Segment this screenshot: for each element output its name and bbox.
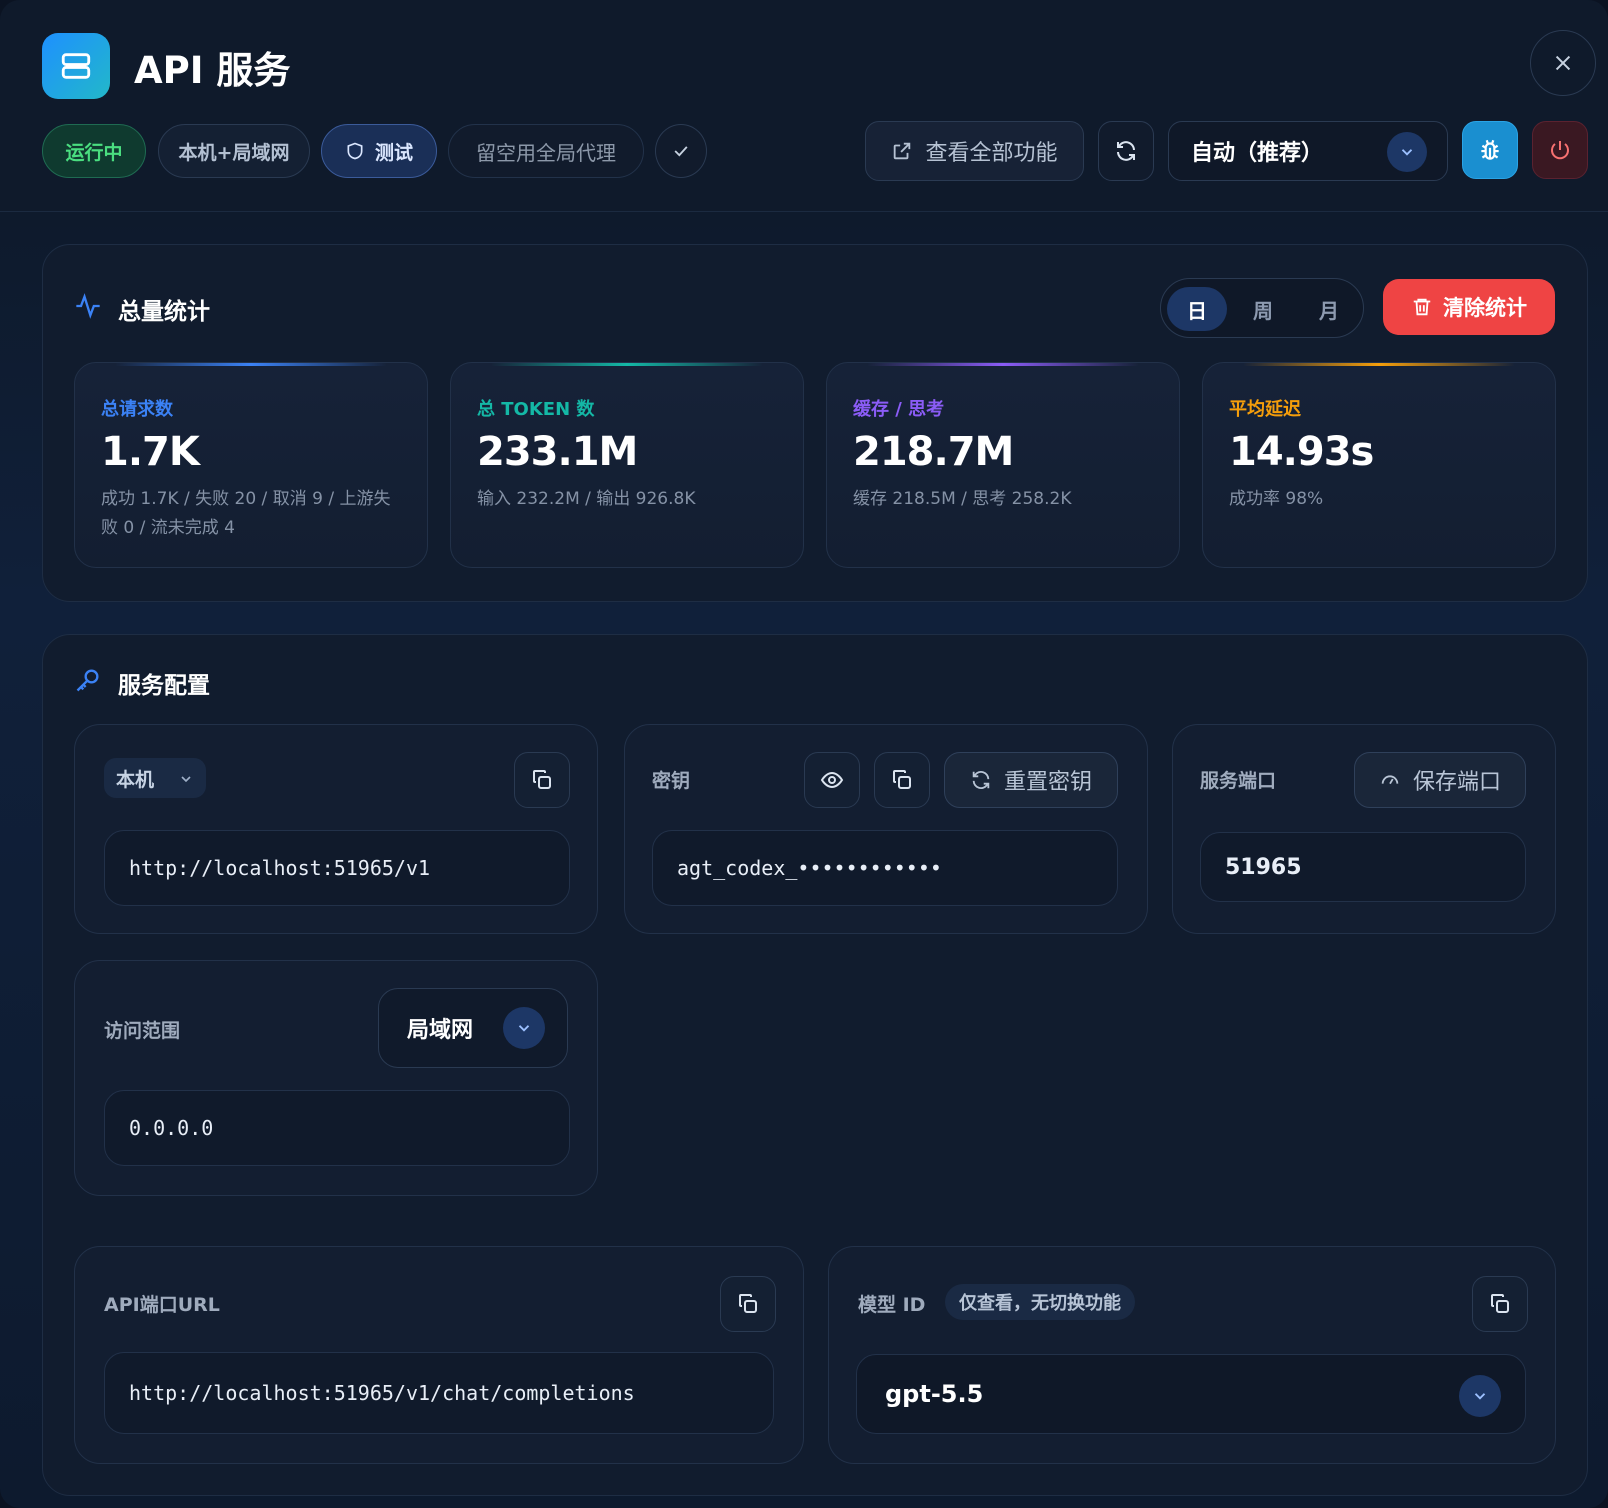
host-select-value: 本机 [116, 768, 155, 791]
toggle-key-visibility-button[interactable] [804, 752, 860, 808]
stat-label: 缓存 / 思考 [853, 399, 945, 420]
close-icon [1555, 55, 1571, 71]
period-day-tab[interactable]: 日 [1167, 287, 1227, 331]
save-port-label: 保存端口 [1412, 770, 1501, 795]
stat-value: 218.7M [853, 429, 1014, 475]
port-field[interactable]: 51965 [1200, 832, 1526, 902]
api-service-window: API 服务 运行中 本机+局域网 测试 留空用全局代理 查看全部功能 自动（推… [0, 0, 1608, 1508]
copy-endpoint-button[interactable] [720, 1276, 776, 1332]
scope-badge: 本机+局域网 [158, 124, 310, 178]
chevron-down-icon [1387, 132, 1427, 172]
status-running-badge: 运行中 [42, 124, 146, 178]
reset-key-label: 重置密钥 [1003, 770, 1092, 795]
chevron-down-icon [503, 1007, 545, 1049]
refresh-icon [1117, 141, 1135, 161]
copy-base-url-button[interactable] [514, 752, 570, 808]
copy-icon [533, 770, 551, 789]
header: API 服务 运行中 本机+局域网 测试 留空用全局代理 查看全部功能 自动（推… [0, 0, 1608, 212]
proxy-input[interactable]: 留空用全局代理 [448, 124, 644, 178]
copy-icon [1491, 1294, 1509, 1313]
stat-label: 总 TOKEN 数 [477, 399, 595, 420]
view-only-badge: 仅查看，无切换功能 [945, 1284, 1135, 1320]
power-button[interactable] [1532, 121, 1588, 179]
page-title: API 服务 [134, 49, 291, 92]
api-key-field[interactable]: agt_codex_•••••••••••• [652, 830, 1118, 906]
endpoint-url-field[interactable]: http://localhost:51965/v1/chat/completio… [104, 1352, 774, 1434]
stat-accent-bar [491, 363, 763, 366]
access-scope-select[interactable]: 局域网 [378, 988, 568, 1068]
host-select[interactable]: 本机 [104, 758, 206, 798]
reset-key-button[interactable]: 重置密钥 [944, 752, 1118, 808]
stat-card-requests: 总请求数 1.7K 成功 1.7K / 失败 20 / 取消 9 / 上游失败 … [74, 362, 428, 568]
close-button[interactable] [1530, 30, 1596, 96]
period-week-tab[interactable]: 周 [1233, 287, 1293, 331]
stat-value: 14.93s [1229, 429, 1374, 475]
stat-accent-bar [115, 363, 387, 366]
api-key-label: 密钥 [652, 770, 691, 792]
view-all-features-button[interactable]: 查看全部功能 [865, 121, 1084, 181]
view-all-label: 查看全部功能 [925, 141, 1058, 166]
mode-select-value: 自动（推荐） [1191, 141, 1324, 166]
clear-stats-label: 清除统计 [1443, 296, 1527, 320]
stat-value: 233.1M [477, 429, 638, 475]
copy-icon [893, 770, 911, 789]
access-scope-label: 访问范围 [104, 1020, 181, 1042]
check-icon [674, 146, 688, 157]
period-toggle: 日 周 月 [1160, 278, 1364, 338]
save-port-button[interactable]: 保存端口 [1354, 752, 1526, 808]
config-title: 服务配置 [118, 673, 210, 699]
stat-card-tokens: 总 TOKEN 数 233.1M 输入 232.2M / 输出 926.8K [450, 362, 804, 568]
stat-detail: 成功率 98% [1229, 489, 1324, 509]
key-icon [74, 666, 102, 698]
shield-icon [347, 142, 363, 160]
stat-detail: 成功 1.7K / 失败 20 / 取消 9 / 上游失败 0 / 流未完成 4 [101, 489, 391, 538]
stat-accent-bar [867, 363, 1139, 366]
test-label: 测试 [374, 141, 413, 164]
copy-key-button[interactable] [874, 752, 930, 808]
stat-label: 总请求数 [101, 399, 173, 420]
bind-address-field[interactable]: 0.0.0.0 [104, 1090, 570, 1166]
test-button[interactable]: 测试 [321, 124, 437, 178]
stat-label: 平均延迟 [1229, 399, 1301, 420]
trash-icon [1413, 298, 1431, 316]
chevron-down-icon [1459, 1375, 1501, 1417]
period-month-tab[interactable]: 月 [1299, 287, 1359, 331]
clear-stats-button[interactable]: 清除统计 [1383, 279, 1555, 335]
stats-title: 总量统计 [118, 299, 210, 325]
chevron-down-icon [178, 770, 194, 792]
copy-icon [739, 1294, 757, 1313]
activity-icon [74, 292, 102, 324]
bug-icon [1481, 139, 1499, 160]
stat-accent-bar [1243, 363, 1515, 366]
copy-model-id-button[interactable] [1472, 1276, 1528, 1332]
stat-card-latency: 平均延迟 14.93s 成功率 98% [1202, 362, 1556, 568]
confirm-proxy-button[interactable] [655, 124, 707, 178]
gauge-icon [1381, 775, 1399, 785]
stat-detail: 输入 232.2M / 输出 926.8K [477, 489, 696, 509]
port-label: 服务端口 [1200, 770, 1277, 792]
base-url-field[interactable]: http://localhost:51965/v1 [104, 830, 570, 906]
model-id-label: 模型 ID [858, 1294, 926, 1316]
stat-value: 1.7K [101, 429, 200, 475]
eye-icon [820, 771, 844, 789]
stat-card-cache: 缓存 / 思考 218.7M 缓存 218.5M / 思考 258.2K [826, 362, 1180, 568]
access-scope-value: 局域网 [407, 1018, 474, 1043]
mode-select[interactable]: 自动（推荐） [1168, 121, 1448, 181]
debug-button[interactable] [1462, 121, 1518, 179]
refresh-icon [972, 771, 990, 789]
power-icon [1551, 141, 1569, 160]
stat-detail: 缓存 218.5M / 思考 258.2K [853, 489, 1072, 509]
refresh-button[interactable] [1098, 121, 1154, 181]
server-icon [42, 33, 110, 99]
model-select-value: gpt-5.5 [885, 1380, 984, 1408]
external-link-icon [894, 142, 911, 160]
endpoint-url-label: API端口URL [104, 1294, 220, 1316]
model-select[interactable]: gpt-5.5 [856, 1354, 1526, 1434]
